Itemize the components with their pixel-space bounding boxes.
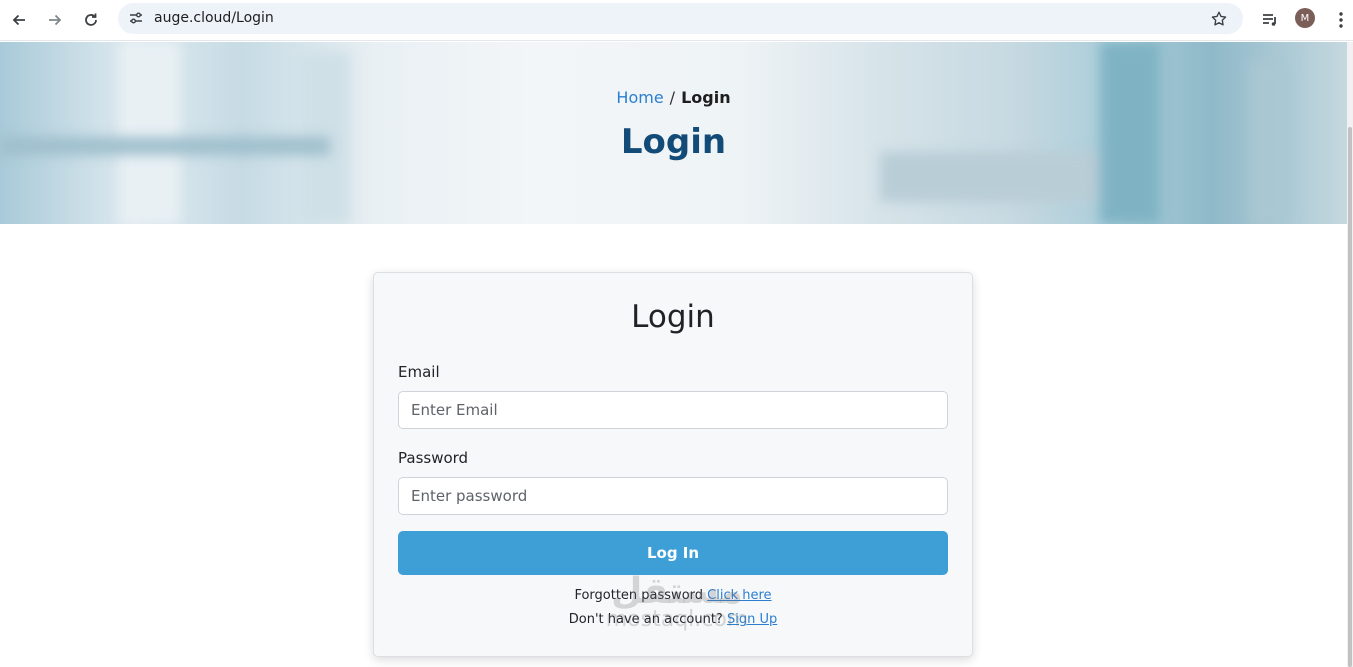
forgot-password-row: Forgotten password Click here	[374, 588, 972, 603]
browser-toolbar: auge.cloud/Login M	[0, 0, 1353, 41]
forward-icon[interactable]	[41, 6, 69, 34]
hero-banner: Home / Login Login	[0, 42, 1347, 224]
page-scrollbar[interactable]	[1347, 42, 1353, 667]
back-icon[interactable]	[5, 6, 33, 34]
url-text[interactable]: auge.cloud/Login	[154, 10, 274, 26]
login-card: Login Email Password Log In Forgotten pa…	[373, 272, 973, 657]
profile-avatar[interactable]: M	[1295, 8, 1315, 28]
signup-link[interactable]: Sign Up	[727, 612, 777, 627]
menu-icon[interactable]	[1327, 6, 1353, 34]
login-card-title: Login	[631, 299, 715, 335]
email-field[interactable]	[398, 391, 948, 429]
breadcrumb: Home / Login	[0, 88, 1347, 107]
site-info-icon[interactable]	[126, 8, 146, 28]
media-control-icon[interactable]	[1256, 6, 1284, 34]
address-bar[interactable]: auge.cloud/Login	[118, 3, 1243, 34]
page-title: Login	[620, 122, 727, 162]
signup-text: Don't have an account?	[568, 612, 723, 627]
password-field[interactable]	[398, 477, 948, 515]
forgot-password-text: Forgotten password	[574, 588, 704, 603]
scrollbar-thumb[interactable]	[1348, 127, 1352, 667]
login-button[interactable]: Log In	[398, 531, 948, 575]
password-label: Password	[398, 449, 469, 467]
reload-icon[interactable]	[77, 6, 105, 34]
email-label: Email	[398, 363, 440, 381]
forgot-password-link[interactable]: Click here	[707, 588, 771, 603]
bookmark-star-icon[interactable]	[1209, 9, 1229, 29]
breadcrumb-separator: /	[669, 88, 676, 107]
breadcrumb-current: Login	[681, 88, 731, 107]
signup-row: Don't have an account? Sign Up	[374, 612, 972, 627]
breadcrumb-home-link[interactable]: Home	[616, 88, 663, 107]
